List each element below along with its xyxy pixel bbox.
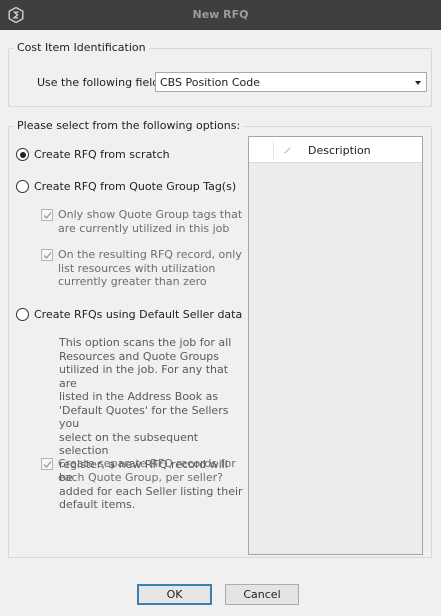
description-line: Resources and Quote Groups — [59, 349, 220, 363]
checkbox-only-show-utilized-label: Only show Quote Group tags that are curr… — [58, 208, 242, 235]
checkbox-separate-rfq-records[interactable]: Create separate RFQ records for each Quo… — [41, 457, 236, 484]
grid-column-description[interactable]: Description — [308, 144, 371, 157]
options-group: Please select from the following options… — [8, 119, 432, 558]
description-line: listed in the Address Book as — [59, 390, 219, 403]
grid-header: Description — [249, 137, 422, 163]
field-select-value: CBS Position Code — [160, 76, 260, 89]
options-legend: Please select from the following options… — [14, 119, 244, 132]
checkmark-icon — [43, 461, 52, 468]
checkbox-resulting-rfq-line1: On the resulting RFQ record, only — [58, 248, 242, 261]
checkbox-separate-rfq-records-line1: Create separate RFQ records for — [58, 457, 236, 470]
description-grid[interactable]: Description — [248, 136, 423, 555]
description-line: utilized in the job. For any that are — [59, 363, 229, 390]
chevron-down-icon[interactable] — [415, 81, 421, 85]
ok-button[interactable]: OK — [137, 584, 212, 605]
checkmark-icon — [43, 212, 52, 219]
field-select[interactable]: CBS Position Code — [155, 72, 427, 92]
radio-create-from-quote-group-label: Create RFQ from Quote Group Tag(s) — [34, 180, 237, 193]
radio-button[interactable] — [16, 180, 29, 193]
checkbox-separate-rfq-records-line2: each Quote Group, per seller? — [58, 470, 223, 484]
checkbox-resulting-rfq-line2: list resources with utilization — [58, 261, 216, 275]
field-label: Use the following field: — [37, 76, 163, 89]
cost-item-legend: Cost Item Identification — [14, 41, 149, 54]
cost-item-group: Cost Item Identification Use the followi… — [8, 41, 432, 107]
radio-create-from-scratch-label: Create RFQ from scratch — [34, 148, 170, 161]
cancel-button[interactable]: Cancel — [225, 584, 299, 605]
description-line: default items. — [59, 498, 136, 511]
checkbox-only-show-utilized[interactable]: Only show Quote Group tags that are curr… — [41, 208, 242, 235]
checkbox-resulting-rfq-line3: currently greater than zero — [58, 275, 207, 288]
checkbox-separate-rfq-records-label: Create separate RFQ records for each Quo… — [58, 457, 236, 484]
radio-create-from-quote-group[interactable]: Create RFQ from Quote Group Tag(s) — [16, 180, 236, 193]
radio-create-from-default-seller[interactable]: Create RFQs using Default Seller data — [16, 308, 242, 321]
default-seller-description: This option scans the job for all Resour… — [59, 336, 244, 512]
grid-header-divider — [273, 141, 274, 159]
title-bar: New RFQ — [0, 0, 441, 30]
checkmark-icon — [43, 252, 52, 259]
checkbox-resulting-rfq[interactable]: On the resulting RFQ record, only list r… — [41, 248, 242, 289]
description-line: This option scans the job for all — [59, 336, 232, 349]
checkbox-only-show-utilized-line1: Only show Quote Group tags that — [58, 208, 243, 221]
description-line: select on the subsequent selection — [59, 430, 199, 458]
description-line: added for each Seller listing their — [59, 484, 243, 498]
checkbox[interactable] — [41, 249, 53, 261]
radio-create-from-default-seller-label: Create RFQs using Default Seller data — [34, 308, 243, 321]
checkbox-only-show-utilized-line2: are currently utilized in this job — [58, 221, 230, 235]
description-line: 'Default Quotes' for the Sellers you — [59, 403, 229, 431]
checkbox[interactable] — [41, 209, 53, 221]
radio-button[interactable] — [16, 308, 29, 321]
radio-button-selected[interactable] — [16, 148, 29, 161]
pencil-icon — [284, 147, 291, 154]
window-title: New RFQ — [192, 8, 249, 21]
checkbox[interactable] — [41, 458, 53, 470]
radio-create-from-scratch[interactable]: Create RFQ from scratch — [16, 148, 170, 161]
checkbox-resulting-rfq-label: On the resulting RFQ record, only list r… — [58, 248, 242, 289]
